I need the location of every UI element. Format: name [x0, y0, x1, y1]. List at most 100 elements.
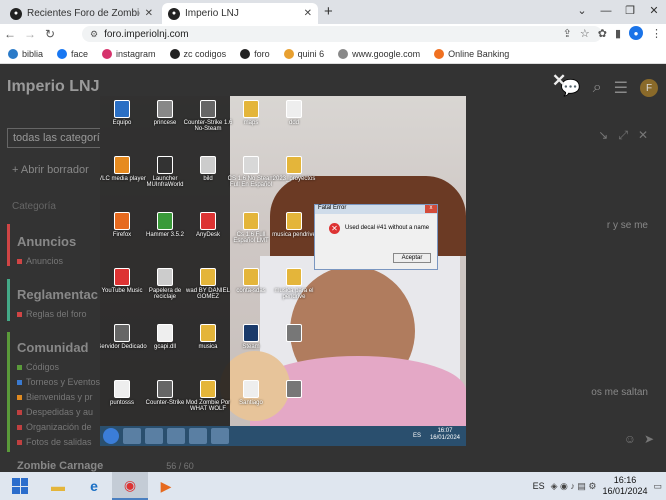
desktop-app-icon	[286, 100, 302, 118]
lightbox-close-icon[interactable]: ✕	[552, 71, 566, 91]
bookmark-label: zc codigos	[183, 48, 227, 59]
taskbar-explorer[interactable]: ▬	[40, 472, 76, 500]
section-title[interactable]: Anuncios	[17, 234, 76, 249]
bookmark-zc-codigos[interactable]: zc codigos	[169, 48, 227, 59]
desktop-app-icon	[157, 212, 173, 230]
taskbar-media[interactable]: ▶	[148, 472, 184, 500]
menu-icon[interactable]: ⋮	[651, 27, 662, 40]
bookmark-banking[interactable]: Online Banking	[434, 48, 509, 59]
tab-title: Imperio LNJ	[185, 8, 239, 19]
new-tab-icon[interactable]: +	[324, 3, 333, 20]
close-composer-icon[interactable]: ✕	[638, 128, 648, 143]
desktop-app-icon	[114, 212, 130, 230]
bookmark-face[interactable]: face	[57, 48, 88, 59]
bookmark-biblia[interactable]: biblia	[8, 48, 44, 59]
share-icon[interactable]: ⇪	[563, 27, 572, 40]
tab-close-icon[interactable]: ✕	[304, 8, 312, 19]
minimize-composer-icon[interactable]: ↘	[598, 128, 608, 143]
screen: ● Recientes Foro de Zombie Carna ✕ ● Imp…	[0, 0, 666, 500]
taskbar-ie[interactable]: e	[76, 472, 112, 500]
address-bar[interactable]: ⚙ foro.imperiolnj.com	[82, 26, 602, 42]
tab-close-icon[interactable]: ✕	[145, 8, 153, 19]
subcategory[interactable]: Torneos y Eventos	[17, 377, 100, 387]
desktop-app-icon	[200, 324, 216, 342]
bookmark-google[interactable]: www.google.com	[338, 48, 421, 59]
subcategory[interactable]: Bienvenidas y pr	[17, 392, 93, 402]
post-text-fragment: r y se me	[606, 220, 648, 231]
desktop-icon-label: Santiago	[239, 400, 263, 406]
fatal-error-dialog: Fatal Error x ✕ Used decal #41 without a…	[314, 204, 438, 270]
desktop-app-icon	[114, 324, 130, 342]
bookmark-instagram[interactable]: instagram	[102, 48, 156, 59]
bookmark-label: www.google.com	[352, 48, 421, 59]
side-panel-icon[interactable]: ▮	[615, 27, 621, 40]
taskbar-chrome[interactable]: ◉	[112, 472, 148, 500]
desktop-icon	[268, 380, 320, 400]
clock[interactable]: 16:16 16/01/2024	[602, 475, 647, 498]
desktop-app-icon	[200, 100, 216, 118]
subcategory[interactable]: Códigos	[17, 362, 59, 372]
restore-icon[interactable]: ❐	[618, 0, 642, 24]
bookmark-star-icon[interactable]: ☆	[580, 27, 590, 40]
tab-search-icon[interactable]: ⌄	[570, 0, 594, 24]
subcategory[interactable]: Despedidas y au	[17, 407, 93, 417]
clock-date: 16/01/2024	[602, 486, 648, 496]
desktop-icon-label: Steam	[242, 344, 260, 350]
tray-lang[interactable]: ES	[533, 481, 545, 491]
toolbar-actions: ⇪ ☆ ✿ ▮ ● ⋮	[563, 26, 662, 40]
windows-logo-icon	[12, 478, 28, 494]
subcategory-label: Bienvenidas y pr	[26, 392, 93, 402]
emoji-icon[interactable]: ☺	[624, 432, 636, 446]
extensions-icon[interactable]: ✿	[598, 27, 607, 40]
win7-chrome-icon	[167, 428, 185, 444]
site-title[interactable]: Imperio LNJ	[7, 78, 99, 96]
category-color-bar	[7, 332, 10, 452]
new-topic-button[interactable]: + Abrir borrador	[12, 164, 89, 176]
expand-composer-icon[interactable]: ⤢	[618, 128, 628, 143]
hamburger-menu-icon[interactable]: ☰	[614, 78, 628, 98]
category-square-icon	[17, 311, 22, 317]
site-info-icon[interactable]: ⚙	[90, 29, 98, 40]
bookmark-quini[interactable]: quini 6	[283, 48, 324, 59]
close-window-icon[interactable]: ✕	[642, 0, 666, 24]
bookmark-foro[interactable]: foro	[240, 48, 270, 59]
ie-icon: e	[90, 478, 98, 494]
desktop-app-icon	[114, 156, 130, 174]
desktop-icon-label: musica para el pendrive	[274, 288, 314, 300]
back-icon[interactable]: ←	[0, 27, 20, 41]
user-avatar[interactable]: F	[640, 79, 658, 97]
category-square-icon	[17, 364, 22, 370]
subcategory[interactable]: Anuncios	[17, 256, 63, 266]
reload-icon[interactable]: ↻	[40, 27, 60, 41]
tab-title: Recientes Foro de Zombie Carna	[27, 8, 140, 19]
section-title[interactable]: Comunidad	[17, 340, 89, 355]
desktop-app-icon	[200, 268, 216, 286]
dialog-ok-button: Aceptar	[393, 253, 431, 263]
profile-avatar[interactable]: ●	[629, 26, 643, 40]
topic-item[interactable]: Zombie Carnage 56 / 60	[17, 460, 194, 472]
lightbox-image: Equipo princese Counter-Strike 1.6 No-Stea…	[100, 96, 466, 446]
category-filter[interactable]: todas las categorías	[7, 128, 102, 148]
start-button[interactable]	[0, 472, 40, 500]
desktop-icon: 2023_proyectos	[268, 156, 320, 182]
section-title[interactable]: Reglamentac	[17, 287, 98, 302]
tab-recientes[interactable]: ● Recientes Foro de Zombie Carna ✕	[4, 3, 159, 24]
subcategory[interactable]: Fotos de salidas	[17, 437, 92, 447]
category-square-icon	[17, 258, 22, 264]
subcategory[interactable]: Reglas del foro	[17, 309, 87, 319]
desktop-app-icon	[157, 100, 173, 118]
win7-clock: 16:07 16/01/2024	[430, 428, 460, 442]
send-icon[interactable]: ➤	[644, 432, 654, 446]
desktop-icon: ddd	[268, 100, 320, 126]
error-icon: ✕	[329, 223, 340, 234]
forward-icon[interactable]: →	[20, 27, 40, 41]
tab-imperio[interactable]: ● Imperio LNJ ✕	[162, 3, 318, 24]
minimize-icon[interactable]: —	[594, 0, 618, 24]
desktop-icon-label: ddd	[288, 120, 299, 126]
search-icon[interactable]: ⌕	[593, 79, 602, 97]
bookmark-label: biblia	[22, 48, 44, 59]
subcategory[interactable]: Organización de	[17, 422, 92, 432]
dialog-close-icon: x	[425, 205, 437, 213]
notifications-icon[interactable]: ▭	[653, 481, 662, 492]
tray-icons[interactable]: ◈ ◉ ♪ ▤ ⚙	[551, 481, 597, 492]
